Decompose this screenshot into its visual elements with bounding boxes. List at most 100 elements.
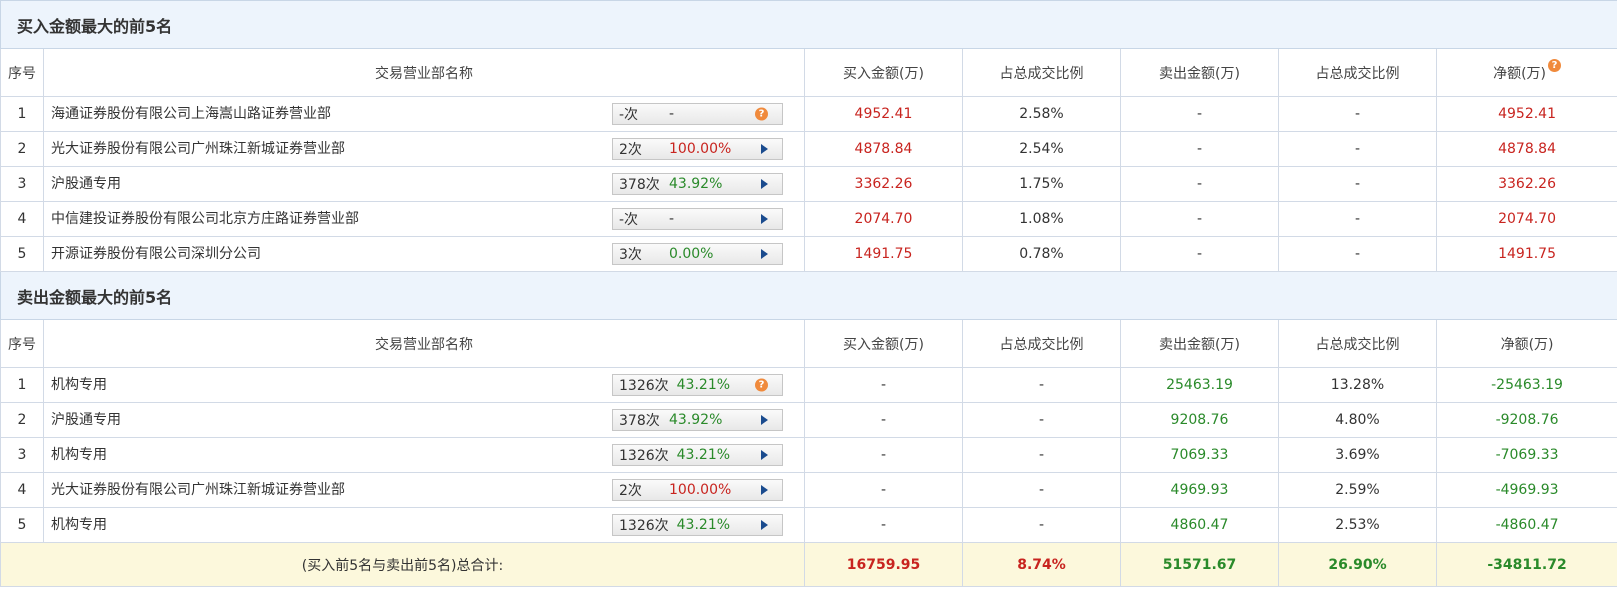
expand-arrow-icon[interactable] bbox=[761, 415, 768, 425]
sell-amount: 4969.93 bbox=[1120, 472, 1279, 508]
sell-amount: 25463.19 bbox=[1120, 367, 1279, 403]
success-rate: 43.92% bbox=[669, 412, 723, 428]
branch-name-link[interactable]: 沪股通专用 bbox=[51, 409, 121, 429]
buy-amount: - bbox=[804, 402, 963, 438]
branch-name-link[interactable]: 机构专用 bbox=[51, 514, 107, 534]
expand-arrow-icon[interactable] bbox=[761, 179, 768, 189]
branch-name-link[interactable]: 开源证券股份有限公司深圳分公司 bbox=[51, 243, 261, 263]
expand-arrow-icon[interactable] bbox=[761, 450, 768, 460]
branch-cell: 中信建投证券股份有限公司北京方庄路证券营业部 -次 - bbox=[43, 201, 805, 237]
history-badge[interactable]: -次 - bbox=[612, 208, 783, 230]
total-buy-amount: 16759.95 bbox=[804, 542, 963, 587]
buy-amount: 4878.84 bbox=[804, 131, 963, 167]
total-sell-ratio: 26.90% bbox=[1278, 542, 1437, 587]
net-amount: -25463.19 bbox=[1435, 367, 1617, 403]
buy-amount: - bbox=[804, 367, 963, 403]
branch-name-link[interactable]: 光大证券股份有限公司广州珠江新城证券营业部 bbox=[51, 479, 345, 499]
branch-name-link[interactable]: 中信建投证券股份有限公司北京方庄路证券营业部 bbox=[51, 208, 359, 228]
appearance-count: 2次 bbox=[619, 483, 642, 499]
branch-cell: 海通证券股份有限公司上海嵩山路证券营业部 -次 -? bbox=[43, 96, 805, 132]
expand-arrow-icon[interactable] bbox=[761, 485, 768, 495]
sell-ratio: - bbox=[1278, 131, 1437, 167]
appearance-count: -次 bbox=[619, 212, 639, 228]
header-sell-amount: 卖出金额(万) bbox=[1120, 319, 1279, 368]
row-index: 3 bbox=[0, 166, 44, 202]
question-mark-icon: ? bbox=[755, 107, 768, 121]
success-rate: 43.21% bbox=[676, 377, 731, 393]
net-amount: -7069.33 bbox=[1435, 437, 1617, 473]
history-badge[interactable]: 2次 100.00% bbox=[612, 479, 783, 501]
expand-arrow-icon[interactable] bbox=[761, 520, 768, 530]
table-row: 2 光大证券股份有限公司广州珠江新城证券营业部 2次 100.00% 4878.84 2.… bbox=[0, 131, 1617, 167]
sell-ratio: - bbox=[1278, 96, 1437, 132]
row-index: 4 bbox=[0, 472, 44, 508]
history-badge[interactable]: 2次 100.00% bbox=[612, 138, 783, 160]
expand-arrow-icon[interactable] bbox=[761, 214, 768, 224]
buy-amount: 2074.70 bbox=[804, 201, 963, 237]
branch-name-link[interactable]: 机构专用 bbox=[51, 444, 107, 464]
net-help-icon[interactable]: ? bbox=[1548, 58, 1562, 72]
sell-amount: - bbox=[1120, 201, 1279, 237]
branch-cell: 机构专用 1326次 43.21%? bbox=[43, 367, 805, 403]
table-row: 4 中信建投证券股份有限公司北京方庄路证券营业部 -次 -2074.70 1.08% - -… bbox=[0, 201, 1617, 237]
branch-name-link[interactable]: 沪股通专用 bbox=[51, 173, 121, 193]
row-index: 2 bbox=[0, 131, 44, 167]
help-icon[interactable]: ? bbox=[755, 107, 768, 121]
appearance-count: -次 bbox=[619, 107, 639, 123]
sell-amount: - bbox=[1120, 96, 1279, 132]
sell-ratio: 4.80% bbox=[1278, 402, 1437, 438]
branch-name-link[interactable]: 机构专用 bbox=[51, 374, 107, 394]
sell-header-row: 序号 交易营业部名称 买入金额(万) 占总成交比例 卖出金额(万) 占总成交比例… bbox=[0, 319, 1617, 368]
history-badge[interactable]: 378次 43.92% bbox=[612, 173, 783, 195]
total-sell-amount: 51571.67 bbox=[1120, 542, 1279, 587]
branch-cell: 机构专用 1326次 43.21% bbox=[43, 437, 805, 473]
sell-ratio: - bbox=[1278, 201, 1437, 237]
sell-amount: - bbox=[1120, 166, 1279, 202]
header-buy-ratio: 占总成交比例 bbox=[962, 48, 1121, 97]
help-icon[interactable]: ? bbox=[755, 378, 768, 392]
sell-ratio: 3.69% bbox=[1278, 437, 1437, 473]
row-index: 2 bbox=[0, 402, 44, 438]
branch-name-link[interactable]: 光大证券股份有限公司广州珠江新城证券营业部 bbox=[51, 138, 345, 158]
lhb-table: 买入金额最大的前5名 序号 交易营业部名称 买入金额(万) 占总成交比例 卖出金… bbox=[0, 0, 1617, 587]
history-badge[interactable]: 1326次 43.21% bbox=[612, 514, 783, 536]
appearance-count: 3次 bbox=[619, 247, 642, 263]
branch-cell: 光大证券股份有限公司广州珠江新城证券营业部 2次 100.00% bbox=[43, 472, 805, 508]
history-badge[interactable]: 1326次 43.21% bbox=[612, 444, 783, 466]
buy-header-row: 序号 交易营业部名称 买入金额(万) 占总成交比例 卖出金额(万) 占总成交比例… bbox=[0, 48, 1617, 97]
history-badge[interactable]: 1326次 43.21%? bbox=[612, 374, 783, 396]
sell-ratio: 2.59% bbox=[1278, 472, 1437, 508]
buy-amount: 4952.41 bbox=[804, 96, 963, 132]
history-badge[interactable]: -次 -? bbox=[612, 103, 783, 125]
header-sell-ratio: 占总成交比例 bbox=[1278, 319, 1437, 368]
total-label: (买入前5名与卖出前5名)总合计: bbox=[0, 542, 805, 587]
history-badge[interactable]: 378次 43.92% bbox=[612, 409, 783, 431]
success-rate: 0.00% bbox=[669, 246, 714, 262]
total-net-amount: -34811.72 bbox=[1435, 542, 1617, 587]
net-amount: -4860.47 bbox=[1435, 507, 1617, 543]
branch-cell: 光大证券股份有限公司广州珠江新城证券营业部 2次 100.00% bbox=[43, 131, 805, 167]
buy-amount: - bbox=[804, 472, 963, 508]
table-row: 3 机构专用 1326次 43.21% - -7069.33 3.69% -7069.33 bbox=[0, 437, 1617, 473]
row-index: 5 bbox=[0, 236, 44, 272]
success-rate: - bbox=[669, 211, 675, 227]
header-sell-ratio: 占总成交比例 bbox=[1278, 48, 1437, 97]
branch-cell: 机构专用 1326次 43.21% bbox=[43, 507, 805, 543]
sell-ratio: 2.53% bbox=[1278, 507, 1437, 543]
table-row: 1 机构专用 1326次 43.21%? - -25463.19 13.28% -25463.… bbox=[0, 367, 1617, 403]
row-index: 1 bbox=[0, 96, 44, 132]
row-index: 3 bbox=[0, 437, 44, 473]
success-rate: 43.21% bbox=[676, 447, 731, 463]
table-row: 3 沪股通专用 378次 43.92% 3362.26 1.75% - -3362.26 bbox=[0, 166, 1617, 202]
branch-cell: 开源证券股份有限公司深圳分公司 3次 0.00% bbox=[43, 236, 805, 272]
sell-ratio: - bbox=[1278, 236, 1437, 272]
appearance-count: 1326次 bbox=[619, 448, 669, 464]
branch-name-link[interactable]: 海通证券股份有限公司上海嵩山路证券营业部 bbox=[51, 103, 331, 123]
net-amount: -4969.93 bbox=[1435, 472, 1617, 508]
expand-arrow-icon[interactable] bbox=[761, 144, 768, 154]
history-badge[interactable]: 3次 0.00% bbox=[612, 243, 783, 265]
appearance-count: 1326次 bbox=[619, 378, 669, 394]
header-branch-name: 交易营业部名称 bbox=[43, 319, 805, 368]
expand-arrow-icon[interactable] bbox=[761, 249, 768, 259]
sell-amount: 4860.47 bbox=[1120, 507, 1279, 543]
